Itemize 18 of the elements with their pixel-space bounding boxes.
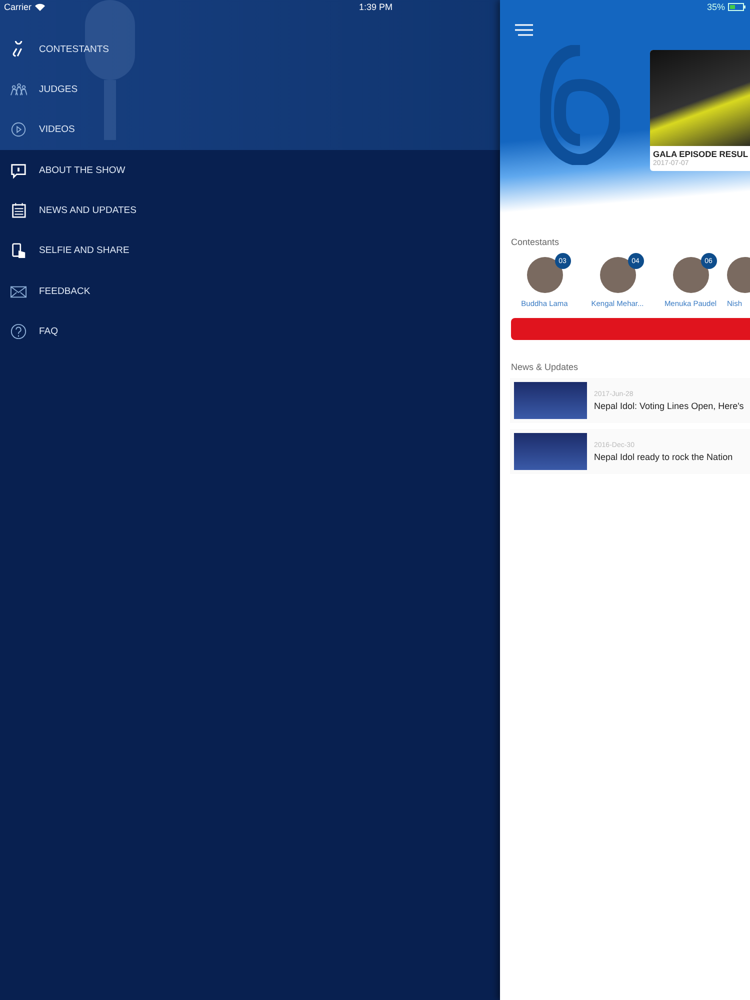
menu-item[interactable]: ABOUT THE SHOW [0, 150, 500, 190]
battery-percent: 35% [706, 2, 725, 12]
menu-item[interactable]: FAQ [0, 311, 500, 352]
menu-item[interactable]: CONTESTANTS [0, 29, 500, 69]
carrier-label: Carrier [4, 2, 32, 12]
battery-icon [728, 3, 746, 11]
menu-item[interactable]: NEWS AND UPDATES [0, 190, 500, 231]
wifi-icon [34, 3, 45, 11]
section-heading: Contestants [510, 236, 560, 249]
news-title: Nepal Idol: Voting Lines Open, Here's [594, 400, 744, 410]
menu-item[interactable]: VIDEOS [0, 109, 500, 149]
news-title: Nepal Idol ready to rock the Nation [594, 452, 733, 462]
menu-item[interactable]: SELFIE AND SHARE [0, 230, 500, 271]
status-time: 1:39 PM [358, 2, 393, 12]
menu-item[interactable]: JUDGES [0, 69, 500, 109]
section-heading: News & Updates [510, 361, 580, 374]
card-title: GALA EPISODE RESUL [652, 148, 750, 159]
menu-item[interactable]: FEEDBACK [0, 270, 500, 312]
